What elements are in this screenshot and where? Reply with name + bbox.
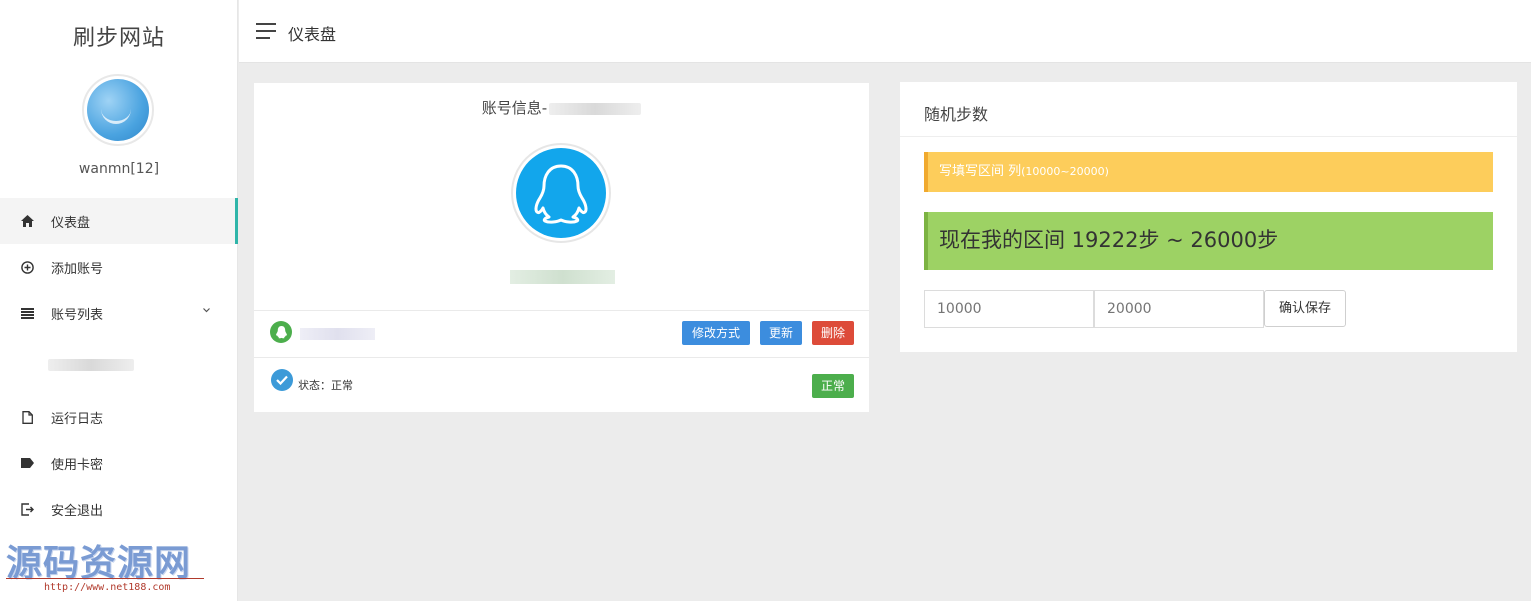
redacted-account xyxy=(48,359,134,371)
row-divider xyxy=(254,357,869,358)
sidebar-item-use-card[interactable]: 使用卡密 xyxy=(0,440,238,486)
watermark-url: http://www.net188.com xyxy=(44,582,171,593)
qq-icon xyxy=(270,321,292,343)
file-icon xyxy=(20,410,34,424)
modify-method-button[interactable]: 修改方式 xyxy=(682,321,750,345)
sidebar-item-label: 添加账号 xyxy=(51,261,104,277)
sidebar-subitem-account[interactable] xyxy=(0,336,238,394)
redacted-qq-number xyxy=(510,270,615,284)
sidebar-item-account-list[interactable]: 账号列表 xyxy=(0,290,238,336)
plus-circle-icon xyxy=(20,260,34,274)
random-steps-card: 随机步数 写填写区间 列(10000~20000) 现在我的区间 19222步 … xyxy=(900,82,1517,352)
chevron-down-icon[interactable] xyxy=(203,305,210,316)
qq-penguin-icon xyxy=(534,164,588,224)
row-divider xyxy=(254,310,869,311)
delete-button[interactable]: 删除 xyxy=(812,321,854,345)
logout-icon xyxy=(20,502,34,516)
min-steps-input[interactable] xyxy=(924,290,1094,328)
status-label: 状态：正常 xyxy=(298,379,353,392)
sidebar-item-label: 仪表盘 xyxy=(51,215,91,231)
max-steps-input[interactable] xyxy=(1094,290,1264,328)
list-icon xyxy=(20,306,34,320)
account-title-prefix: 账号信息- xyxy=(481,99,548,117)
qq-avatar xyxy=(511,143,611,243)
sidebar-item-label: 账号列表 xyxy=(51,307,104,323)
redacted-account-id xyxy=(549,102,642,115)
page-title: 仪表盘 xyxy=(288,25,337,44)
watermark-divider xyxy=(6,578,204,579)
sidebar-item-label: 使用卡密 xyxy=(51,457,104,473)
sidebar-item-label: 运行日志 xyxy=(51,411,104,427)
steps-card-title: 随机步数 xyxy=(924,105,989,124)
sidebar-item-run-log[interactable]: 运行日志 xyxy=(0,394,238,440)
user-avatar[interactable] xyxy=(82,74,154,146)
check-circle-icon xyxy=(271,369,293,391)
site-title: 刷步网站 xyxy=(72,26,165,51)
range-hint-range: (10000~20000) xyxy=(1021,165,1109,178)
confirm-save-button[interactable]: 确认保存 xyxy=(1264,290,1346,327)
range-hint-alert: 写填写区间 列(10000~20000) xyxy=(924,152,1493,192)
status-badge: 正常 xyxy=(812,374,854,398)
tag-icon xyxy=(20,456,34,470)
hamburger-menu-icon[interactable] xyxy=(256,23,276,39)
account-info-card: 账号信息- 修改方式 更新 删除 状态：正常 正常 xyxy=(254,83,869,412)
current-range-alert: 现在我的区间 19222步 ~ 26000步 xyxy=(924,212,1493,270)
home-icon xyxy=(20,214,34,228)
sidebar-item-dashboard[interactable]: 仪表盘 xyxy=(0,198,238,244)
account-card-title: 账号信息- xyxy=(254,97,869,118)
redacted-qq-name xyxy=(300,328,375,340)
sidebar: 刷步网站 wanmn[12] 仪表盘 添加账号 账号列表 运行日志 使用卡密 安… xyxy=(0,0,238,601)
sidebar-item-logout[interactable]: 安全退出 xyxy=(0,486,238,532)
range-hint-text: 写填写区间 列 xyxy=(939,164,1022,179)
username: wanmn[12] xyxy=(78,161,160,177)
card-divider xyxy=(900,136,1517,137)
topbar: 仪表盘 xyxy=(239,0,1531,63)
update-button[interactable]: 更新 xyxy=(760,321,802,345)
sidebar-item-add-account[interactable]: 添加账号 xyxy=(0,244,238,290)
sidebar-item-label: 安全退出 xyxy=(51,503,104,519)
sidebar-nav: 仪表盘 添加账号 账号列表 运行日志 使用卡密 安全退出 xyxy=(0,198,238,532)
